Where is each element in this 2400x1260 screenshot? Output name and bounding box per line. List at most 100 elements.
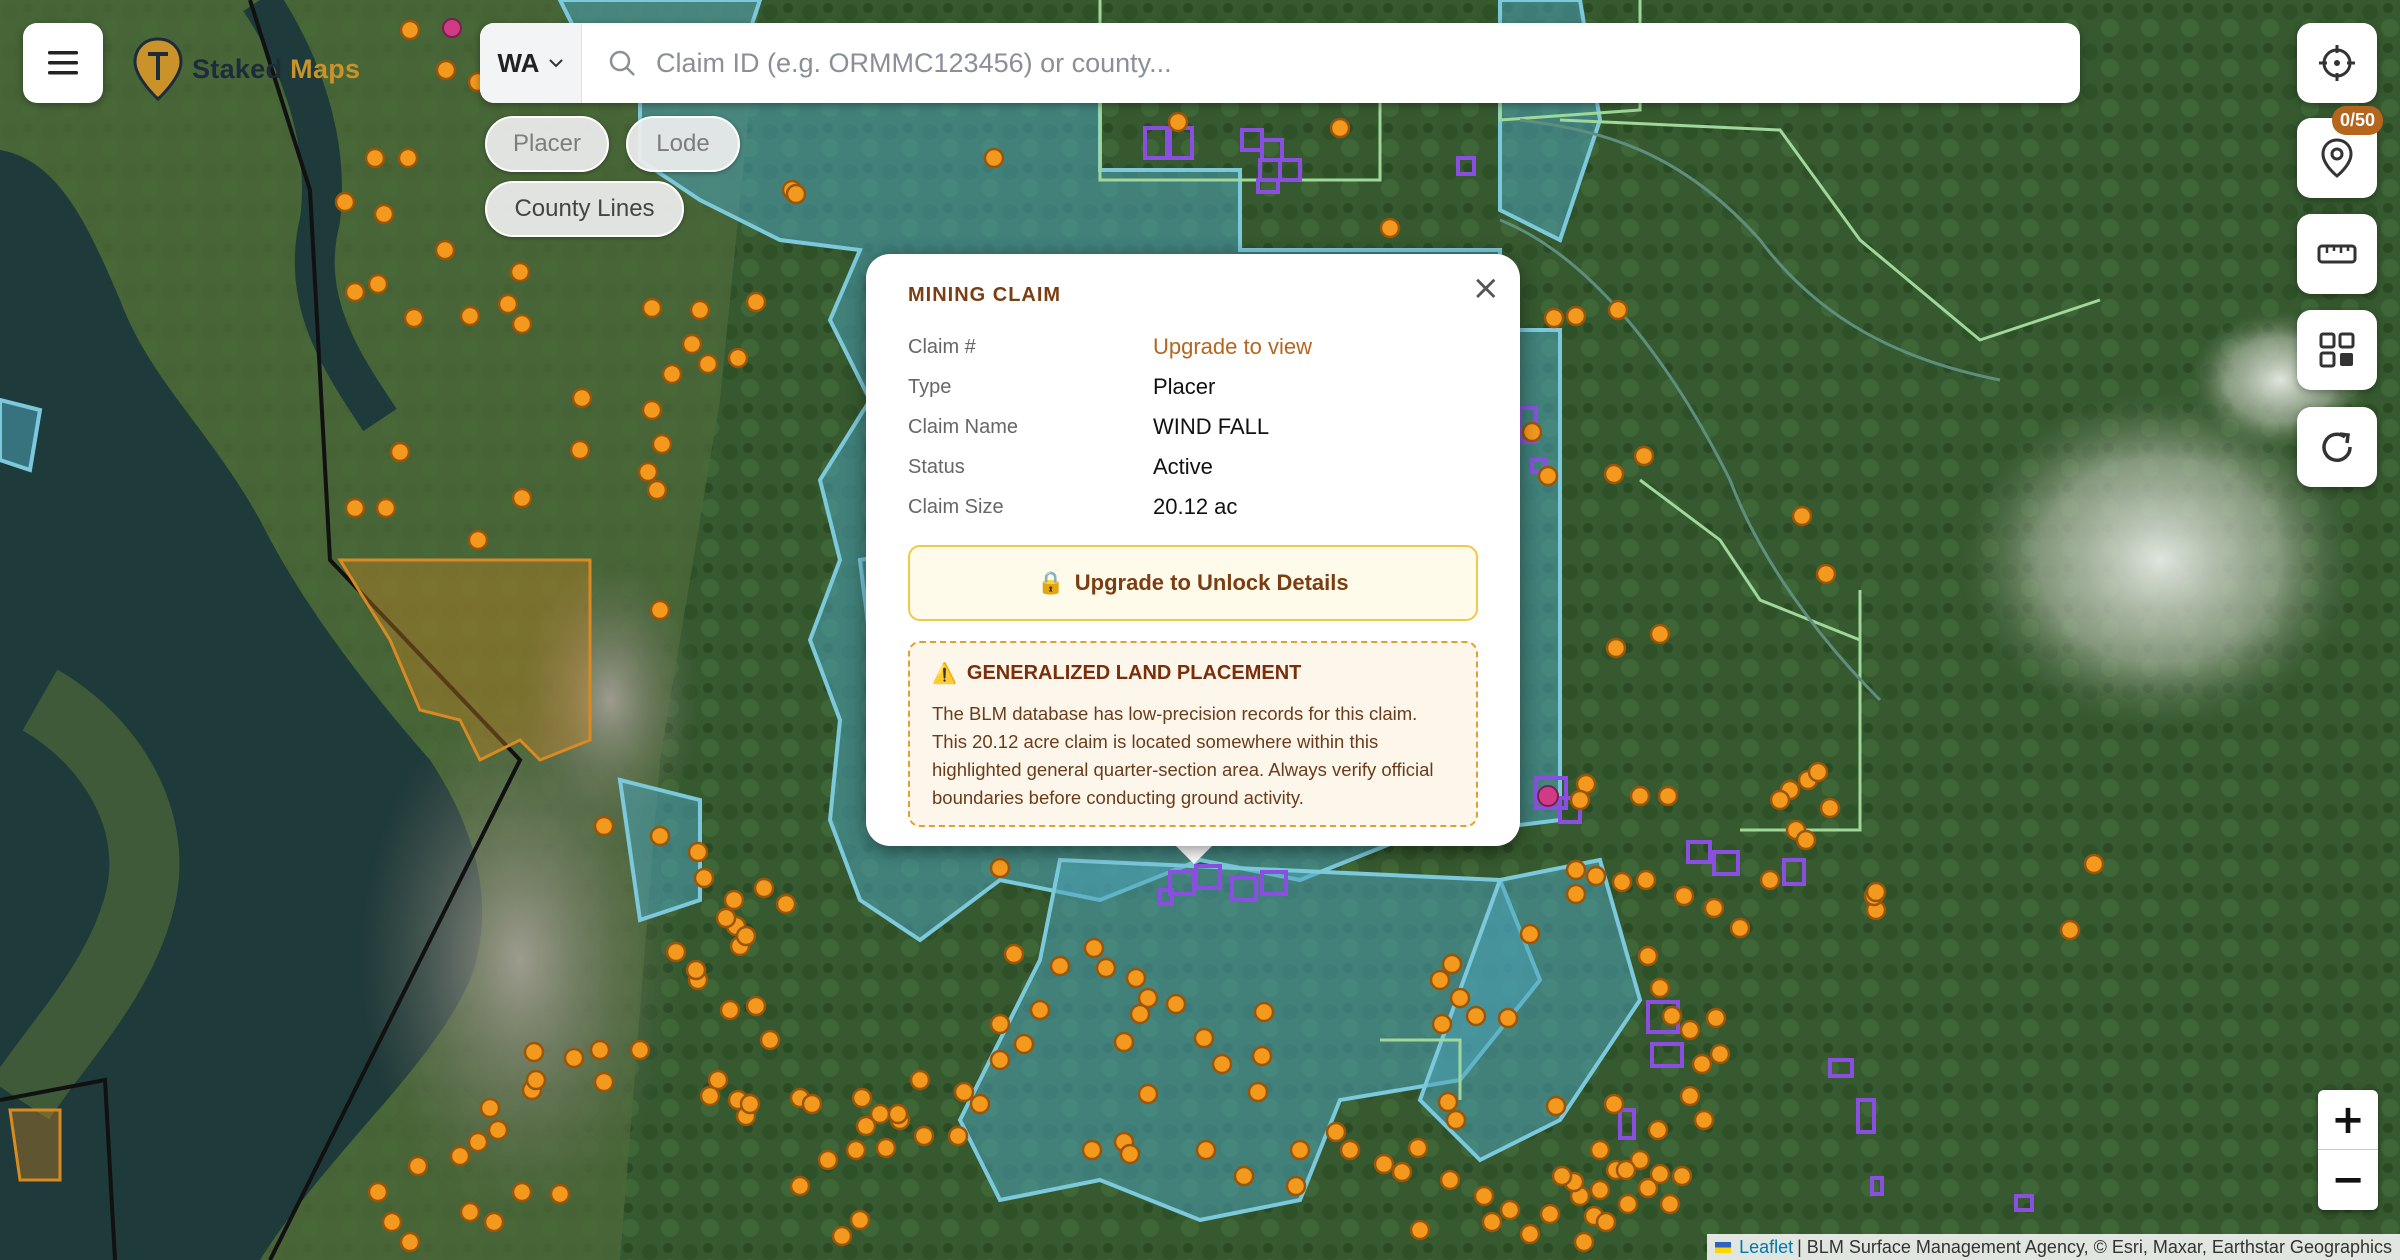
claim-marker[interactable] (593, 815, 615, 837)
locate-button[interactable] (2297, 23, 2377, 103)
claim-marker[interactable] (1693, 1109, 1715, 1131)
claim-marker[interactable] (1329, 117, 1351, 139)
claim-marker[interactable] (831, 1225, 853, 1247)
claim-marker[interactable] (1605, 637, 1627, 659)
upgrade-unlock-button[interactable]: 🔒 Upgrade to Unlock Details (908, 545, 1478, 621)
claim-marker[interactable] (869, 1103, 891, 1125)
claim-marker[interactable] (589, 1039, 611, 1061)
claim-marker[interactable] (1473, 1185, 1495, 1207)
claim-marker[interactable] (1611, 871, 1633, 893)
claim-marker[interactable] (364, 147, 386, 169)
claim-marker[interactable] (649, 599, 671, 621)
upgrade-to-view-link[interactable]: Upgrade to view (1153, 334, 1312, 360)
claim-marker[interactable] (511, 487, 533, 509)
claim-marker[interactable] (1637, 945, 1659, 967)
claim-marker[interactable] (1647, 1119, 1669, 1141)
claim-marker[interactable] (549, 1183, 571, 1205)
claim-marker[interactable] (1431, 1013, 1453, 1035)
claim-marker[interactable] (1409, 1219, 1431, 1241)
claim-marker[interactable] (1233, 1165, 1255, 1187)
claim-marker[interactable] (745, 291, 767, 313)
search-input[interactable] (654, 46, 2080, 80)
claim-marker[interactable] (1709, 1043, 1731, 1065)
claim-marker[interactable] (1521, 421, 1543, 443)
claim-marker[interactable] (1545, 1095, 1567, 1117)
claim-marker[interactable] (1439, 1169, 1461, 1191)
claim-marker[interactable] (969, 1093, 991, 1115)
claim-marker[interactable] (785, 183, 807, 205)
claim-marker[interactable] (851, 1087, 873, 1109)
claim-marker[interactable] (479, 1097, 501, 1119)
claim-marker[interactable] (344, 281, 366, 303)
claim-marker[interactable] (373, 203, 395, 225)
zoom-in-button[interactable]: + (2318, 1090, 2378, 1150)
claim-marker[interactable] (1607, 299, 1629, 321)
claim-marker[interactable] (1551, 1165, 1573, 1187)
claim-marker[interactable] (344, 497, 366, 519)
claim-marker[interactable] (1615, 1159, 1637, 1181)
state-select[interactable]: WA (480, 23, 582, 103)
claim-marker[interactable] (989, 1013, 1011, 1035)
claim-marker[interactable] (511, 1181, 533, 1203)
claim-marker[interactable] (1379, 217, 1401, 239)
claim-marker[interactable] (1791, 505, 1813, 527)
claim-marker[interactable] (1673, 885, 1695, 907)
claim-marker[interactable] (1445, 1109, 1467, 1131)
claim-marker[interactable] (1481, 1211, 1503, 1233)
claim-marker[interactable] (649, 825, 671, 847)
claim-marker[interactable] (1519, 1223, 1541, 1245)
claim-marker[interactable] (1251, 1045, 1273, 1067)
claim-marker[interactable] (989, 857, 1011, 879)
claim-marker[interactable] (845, 1139, 867, 1161)
claim-marker[interactable] (1769, 789, 1791, 811)
claim-marker[interactable] (407, 1155, 429, 1177)
claim-marker[interactable] (1569, 789, 1591, 811)
claim-marker[interactable] (563, 1047, 585, 1069)
claim-marker[interactable] (1603, 1093, 1625, 1115)
claim-marker[interactable] (403, 307, 425, 329)
claim-marker[interactable] (1095, 957, 1117, 979)
claim-marker[interactable] (1815, 563, 1837, 585)
claim-marker[interactable] (641, 399, 663, 421)
leaflet-link[interactable]: Leaflet (1739, 1237, 1793, 1258)
claim-marker[interactable] (1633, 445, 1655, 467)
claim-marker[interactable] (753, 877, 775, 899)
claim-marker[interactable] (1679, 1085, 1701, 1107)
layers-button[interactable] (2297, 310, 2377, 390)
claim-marker[interactable] (629, 1039, 651, 1061)
claim-marker[interactable] (1165, 993, 1187, 1015)
claim-marker[interactable] (651, 433, 673, 455)
claim-marker[interactable] (1589, 1179, 1611, 1201)
claim-marker[interactable] (1519, 923, 1541, 945)
claim-marker[interactable] (467, 1131, 489, 1153)
claim-marker[interactable] (1407, 1137, 1429, 1159)
claim-marker[interactable] (1795, 829, 1817, 851)
claim-marker[interactable] (727, 347, 749, 369)
claim-marker[interactable] (1573, 1231, 1595, 1253)
claim-marker[interactable] (1373, 1153, 1395, 1175)
claim-marker[interactable] (759, 1029, 781, 1051)
claim-marker[interactable] (983, 147, 1005, 169)
claim-marker[interactable] (1629, 785, 1651, 807)
claim-marker[interactable] (1391, 1161, 1413, 1183)
claim-marker[interactable] (947, 1125, 969, 1147)
claim-marker[interactable] (687, 841, 709, 863)
claim-marker[interactable] (509, 261, 531, 283)
claim-marker[interactable] (681, 333, 703, 355)
claim-marker[interactable] (1137, 1083, 1159, 1105)
claim-marker[interactable] (1339, 1139, 1361, 1161)
claim-marker[interactable] (1465, 1005, 1487, 1027)
claim-marker[interactable] (399, 1231, 421, 1253)
claim-marker[interactable] (1211, 1053, 1233, 1075)
claim-marker[interactable] (641, 297, 663, 319)
claim-marker[interactable] (1657, 785, 1679, 807)
claim-marker[interactable] (801, 1093, 823, 1115)
claim-marker[interactable] (887, 1103, 909, 1125)
claim-marker[interactable] (1565, 305, 1587, 327)
claim-marker[interactable] (1679, 1019, 1701, 1041)
claim-marker[interactable] (1429, 969, 1451, 991)
menu-button[interactable] (23, 23, 103, 103)
claim-marker[interactable] (1497, 1007, 1519, 1029)
claim-marker[interactable] (1661, 1005, 1683, 1027)
claim-marker[interactable] (523, 1041, 545, 1063)
